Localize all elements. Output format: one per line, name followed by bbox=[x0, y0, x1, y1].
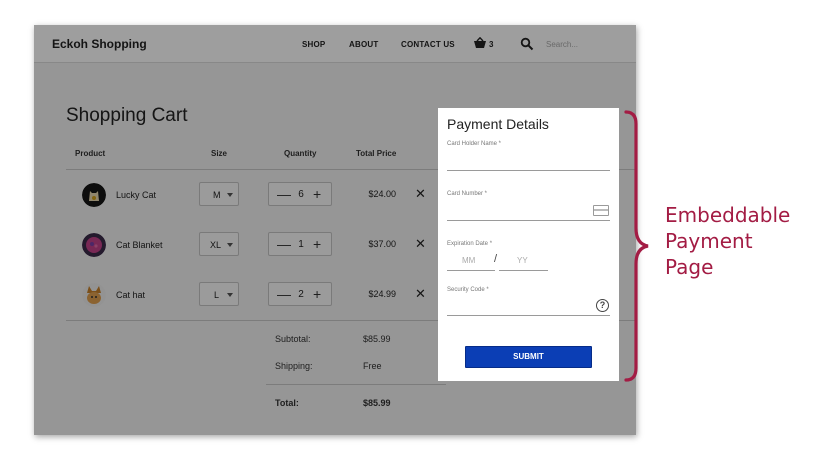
size-value: L bbox=[214, 290, 220, 300]
remove-item-button[interactable]: ✕ bbox=[415, 186, 426, 202]
shipping-label: Shipping: bbox=[275, 361, 313, 371]
size-select[interactable]: M bbox=[199, 182, 239, 206]
exp-year-field[interactable]: YY bbox=[517, 256, 528, 265]
annotation-line-3: Page bbox=[665, 255, 714, 279]
item-total-price: $24.00 bbox=[368, 189, 396, 199]
size-select[interactable]: L bbox=[199, 282, 239, 306]
increment-button[interactable]: + bbox=[313, 186, 321, 202]
top-navbar: Eckoh Shopping SHOP ABOUT CONTACT US 3 bbox=[34, 25, 636, 63]
brand-title[interactable]: Eckoh Shopping bbox=[52, 37, 147, 51]
cat-hat-image bbox=[82, 283, 106, 307]
security-code-label: Security Code * bbox=[447, 287, 489, 293]
remove-item-button[interactable]: ✕ bbox=[415, 286, 426, 302]
total-value: $85.99 bbox=[363, 398, 391, 408]
quantity-stepper[interactable]: — 6 + bbox=[268, 182, 332, 206]
column-header-total-price: Total Price bbox=[356, 149, 397, 158]
total-label: Total: bbox=[275, 398, 299, 408]
stage: Eckoh Shopping SHOP ABOUT CONTACT US 3 S… bbox=[0, 0, 820, 460]
quantity-stepper[interactable]: — 1 + bbox=[268, 232, 332, 256]
nav-shop-link[interactable]: SHOP bbox=[302, 40, 325, 49]
exp-year-underline bbox=[499, 270, 548, 271]
shipping-value: Free bbox=[363, 361, 382, 371]
chevron-down-icon bbox=[227, 193, 233, 197]
quantity-value: 1 bbox=[298, 239, 304, 250]
column-header-product: Product bbox=[75, 149, 106, 158]
search-input[interactable] bbox=[546, 38, 622, 50]
column-header-quantity: Quantity bbox=[284, 149, 317, 158]
basket-icon[interactable] bbox=[473, 37, 487, 49]
size-value: XL bbox=[210, 240, 222, 250]
product-name[interactable]: Cat Blanket bbox=[116, 240, 163, 250]
item-total-price: $24.99 bbox=[368, 289, 396, 299]
subtotal-value: $85.99 bbox=[363, 334, 391, 344]
exp-separator: / bbox=[494, 253, 498, 265]
nav-about-link[interactable]: ABOUT bbox=[349, 40, 378, 49]
annotation-line-1: Embeddable bbox=[665, 203, 791, 227]
cat-blanket-image bbox=[82, 233, 106, 257]
annotation-line-2: Payment bbox=[665, 229, 753, 253]
quantity-value: 2 bbox=[298, 289, 304, 300]
product-name[interactable]: Cat hat bbox=[116, 290, 145, 300]
payment-title: Payment Details bbox=[447, 116, 549, 132]
exp-month-field[interactable]: MM bbox=[462, 256, 475, 265]
exp-month-underline bbox=[447, 270, 495, 271]
payment-details-panel: Payment Details Card Holder Name * Card … bbox=[438, 108, 619, 381]
chevron-down-icon bbox=[227, 293, 233, 297]
decrement-button[interactable]: — bbox=[277, 186, 291, 202]
credit-card-icon bbox=[593, 205, 609, 216]
summary-divider bbox=[266, 384, 446, 385]
nav-contact-link[interactable]: CONTACT US bbox=[401, 40, 455, 49]
quantity-stepper[interactable]: — 2 + bbox=[268, 282, 332, 306]
card-holder-field[interactable] bbox=[447, 170, 610, 171]
cart-count-badge[interactable]: 3 bbox=[489, 40, 493, 49]
column-header-size: Size bbox=[211, 149, 228, 158]
page-title: Shopping Cart bbox=[66, 105, 188, 126]
help-icon[interactable]: ? bbox=[596, 299, 609, 312]
item-total-price: $37.00 bbox=[368, 239, 396, 249]
curly-brace-icon bbox=[624, 110, 649, 382]
remove-item-button[interactable]: ✕ bbox=[415, 236, 426, 252]
increment-button[interactable]: + bbox=[313, 286, 321, 302]
chevron-down-icon bbox=[227, 243, 233, 247]
product-name[interactable]: Lucky Cat bbox=[116, 190, 156, 200]
submit-button[interactable]: SUBMIT bbox=[465, 346, 592, 368]
increment-button[interactable]: + bbox=[313, 236, 321, 252]
security-code-field[interactable] bbox=[447, 315, 610, 316]
decrement-button[interactable]: — bbox=[277, 236, 291, 252]
quantity-value: 6 bbox=[298, 189, 304, 200]
lucky-cat-image bbox=[82, 183, 106, 207]
search-icon[interactable] bbox=[520, 37, 534, 51]
card-number-label: Card Number * bbox=[447, 191, 488, 197]
expiration-label: Expiration Date * bbox=[447, 241, 493, 247]
card-holder-label: Card Holder Name * bbox=[447, 141, 502, 147]
decrement-button[interactable]: — bbox=[277, 286, 291, 302]
size-value: M bbox=[213, 190, 221, 200]
subtotal-label: Subtotal: bbox=[275, 334, 311, 344]
size-select[interactable]: XL bbox=[199, 232, 239, 256]
card-number-field[interactable] bbox=[447, 220, 610, 221]
